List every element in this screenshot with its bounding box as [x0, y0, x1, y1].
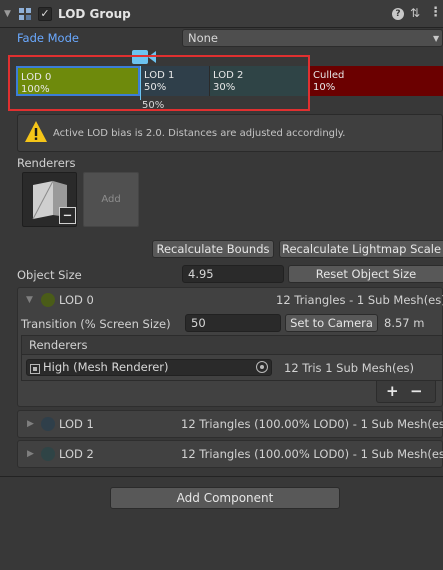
lod2-title: LOD 2 [59, 447, 94, 461]
foldout-arrow-icon[interactable]: ▼ [4, 9, 11, 19]
lod1-foldout-icon[interactable]: ▶ [27, 419, 34, 429]
lod1-color-icon [41, 417, 55, 431]
renderer-info: 12 Tris 1 Sub Mesh(es) [284, 361, 415, 375]
context-menu-icon[interactable]: ⋮ [429, 5, 442, 20]
warning-text: Active LOD bias is 2.0. Distances are ad… [53, 128, 346, 139]
lod0-info: 12 Triangles - 1 Sub Mesh(es) [276, 293, 443, 307]
camera-distance: 8.57 m [384, 316, 425, 330]
object-size-label: Object Size [17, 268, 82, 282]
add-component-button[interactable]: Add Component [110, 487, 340, 509]
lod0-title[interactable]: LOD 0 [59, 293, 94, 307]
reset-object-size-button[interactable]: Reset Object Size [288, 265, 443, 283]
lod2-info: 12 Triangles (100.00% LOD0) - 1 Sub Mesh… [181, 447, 443, 461]
remove-list-item-button[interactable]: − [410, 382, 423, 400]
warning-icon [24, 120, 48, 147]
renderers-title: Renderers [17, 156, 76, 170]
add-renderer-button[interactable]: Add [83, 172, 139, 227]
transition-field[interactable]: 50 [185, 314, 281, 332]
dropdown-arrow-icon: ▼ [433, 34, 440, 43]
lod1-info: 12 Triangles (100.00% LOD0) - 1 Sub Mesh… [181, 417, 443, 431]
camera-marker[interactable] [140, 66, 141, 100]
camera-percent: 50% [142, 100, 165, 111]
lod0-renderers-title: Renderers [29, 338, 88, 352]
fade-mode-dropdown[interactable]: None [182, 29, 443, 47]
help-icon[interactable]: ? [392, 8, 404, 20]
presets-icon[interactable]: ⇅ [410, 6, 420, 20]
recalculate-lightmap-button[interactable]: Recalculate Lightmap Scale [279, 240, 443, 258]
lod2-color-icon [41, 447, 55, 461]
lod2-foldout-icon[interactable]: ▶ [27, 449, 34, 459]
renderer-object-field[interactable]: High (Mesh Renderer) [26, 359, 272, 376]
renderer-name: High (Mesh Renderer) [43, 360, 169, 374]
lod1-title: LOD 1 [59, 417, 94, 431]
object-size-field[interactable]: 4.95 [182, 265, 284, 283]
add-list-item-button[interactable]: + [386, 382, 399, 400]
enabled-checkbox[interactable]: ✓ [38, 7, 52, 21]
remove-renderer-button[interactable]: − [59, 207, 76, 224]
lod0-color-icon [41, 293, 55, 307]
fade-mode-value: None [188, 31, 219, 45]
set-to-camera-button[interactable]: Set to Camera [285, 314, 378, 332]
lod-group-icon [19, 8, 32, 24]
lod-segment-culled-name: Culled [313, 70, 345, 81]
mesh-renderer-icon [30, 363, 40, 377]
lod-segment-culled[interactable]: Culled 10% [310, 66, 443, 96]
fade-mode-label: Fade Mode [17, 31, 79, 45]
divider [0, 476, 443, 477]
recalculate-bounds-button[interactable]: Recalculate Bounds [152, 240, 274, 258]
lod0-foldout-icon[interactable]: ▼ [26, 295, 33, 305]
object-picker-icon[interactable] [256, 361, 268, 373]
transition-label: Transition (% Screen Size) [21, 317, 171, 331]
lod-segment-culled-percent: 10% [313, 82, 336, 93]
component-title: LOD Group [58, 7, 131, 21]
list-footer [376, 381, 436, 403]
